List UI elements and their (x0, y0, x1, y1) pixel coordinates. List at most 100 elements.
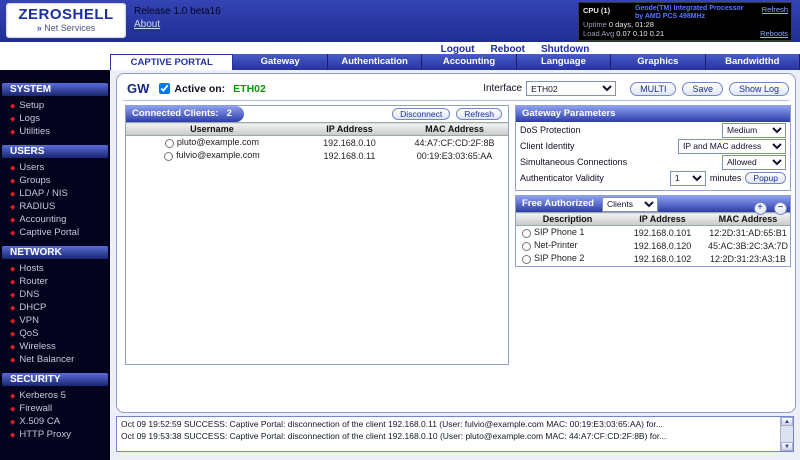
sidebar-item-label: Kerberos 5 (19, 390, 65, 401)
save-button[interactable]: Save (682, 82, 723, 96)
connected-clients-count: 2 (227, 106, 232, 122)
sidebar-item-groups[interactable]: ◆Groups (0, 174, 110, 187)
sidebar-item-dns[interactable]: ◆DNS (0, 288, 110, 301)
sidebar-item-label: VPN (19, 315, 39, 326)
col-mac-address: MAC Address (401, 123, 508, 136)
diamond-bullet-icon: ◆ (10, 128, 15, 136)
sidebar-section-security: SECURITY (2, 373, 108, 386)
sidebar-item-utilities[interactable]: ◆Utilities (0, 125, 110, 138)
sidebar-item-accounting[interactable]: ◆Accounting (0, 213, 110, 226)
reboots-link[interactable]: Reboots (760, 29, 788, 38)
remove-entry-button[interactable]: − (774, 202, 787, 215)
diamond-bullet-icon: ◆ (10, 229, 15, 237)
entry-select-radio[interactable] (522, 255, 531, 264)
active-on-label: Active on: (174, 83, 225, 95)
free-authorized-row[interactable]: Net-Printer 192.168.0.120 45:AC:3B:2C:3A… (516, 239, 790, 252)
disconnect-button[interactable]: Disconnect (392, 108, 450, 120)
interface-label: Interface (483, 83, 522, 94)
sidebar-item-captive-portal[interactable]: ◆Captive Portal (0, 226, 110, 239)
interface-select[interactable]: ETH02 (526, 81, 616, 96)
connected-clients-title: Connected Clients: (132, 106, 219, 122)
diamond-bullet-icon: ◆ (10, 190, 15, 198)
sidebar-item-ldap-nis[interactable]: ◆ LDAP / NIS (0, 187, 110, 200)
sidebar-item-vpn[interactable]: ◆ VPN (0, 314, 110, 327)
client-ip: 192.168.0.11 (298, 149, 401, 162)
scroll-down-icon[interactable]: ▼ (781, 442, 793, 451)
sidebar-item-label: Logs (19, 113, 40, 124)
free-authorized-row[interactable]: SIP Phone 2 192.168.0.102 12:2D:31:23:A3… (516, 252, 790, 265)
diamond-bullet-icon: ◆ (10, 203, 15, 211)
status-refresh-link[interactable]: Refresh (762, 5, 788, 14)
uptime-value: 0 days, 01:28 (609, 20, 654, 29)
sidebar-item-kerberos-5[interactable]: ◆Kerberos 5 (0, 389, 110, 402)
show-log-button[interactable]: Show Log (729, 82, 789, 96)
diamond-bullet-icon: ◆ (10, 317, 15, 325)
tab-authentication[interactable]: Authentication (328, 54, 422, 70)
uptime-row: Uptime 0 days, 01:28 (583, 20, 654, 29)
log-scrollbar[interactable]: ▲ ▼ (780, 417, 793, 451)
sidebar-item-users[interactable]: ◆Users (0, 161, 110, 174)
about-link[interactable]: About (134, 19, 160, 30)
multi-button[interactable]: MULTI (630, 82, 676, 96)
sidebar-item-label: Wireless (19, 341, 55, 352)
tab-captive-portal[interactable]: CAPTIVE PORTAL (110, 54, 233, 70)
system-status-box: CPU (1) Geode(TM) Integrated Processor b… (578, 2, 792, 41)
tab-graphics[interactable]: Graphics (611, 54, 705, 70)
diamond-bullet-icon: ◆ (10, 405, 15, 413)
entry-select-radio[interactable] (522, 242, 531, 251)
authenticator-validity-row: Authenticator Validity 1 minutes Popup (516, 170, 790, 186)
sidebar-item-qos[interactable]: ◆QoS (0, 327, 110, 340)
logo-subtitle-text: Net Services (44, 23, 95, 33)
sidebar-item-label: Groups (19, 175, 50, 186)
tab-gateway[interactable]: Gateway (233, 54, 327, 70)
sidebar-item-http-proxy[interactable]: ◆HTTP Proxy (0, 428, 110, 441)
active-on-checkbox[interactable] (159, 83, 170, 94)
client-username: fulvio@example.com (176, 150, 260, 160)
add-entry-button[interactable]: + (754, 202, 767, 215)
connected-client-row[interactable]: fulvio@example.com 192.168.0.11 00:19:E3… (126, 149, 508, 162)
free-authorized-title-bar: Free Authorized Clients (516, 196, 790, 212)
free-authorized-type-select[interactable]: Clients (602, 197, 658, 212)
scroll-up-icon[interactable]: ▲ (781, 417, 793, 426)
free-authorized-row[interactable]: SIP Phone 1 192.168.0.101 12:2D:31:AD:65… (516, 226, 790, 240)
diamond-bullet-icon: ◆ (10, 343, 15, 351)
authenticator-validity-label: Authenticator Validity (520, 173, 670, 183)
sidebar-item-firewall[interactable]: ◆Firewall (0, 402, 110, 415)
diamond-bullet-icon: ◆ (10, 102, 15, 110)
diamond-bullet-icon: ◆ (10, 356, 15, 364)
client-select-radio[interactable] (165, 139, 174, 148)
entry-mac: 12:2D:31:23:A3:1B (706, 252, 790, 265)
sidebar-section-network: NETWORK (2, 246, 108, 259)
diamond-bullet-icon: ◆ (10, 304, 15, 312)
sidebar-item-label: QoS (19, 328, 38, 339)
entry-mac: 12:2D:31:AD:65:B1 (706, 226, 790, 240)
tab-language[interactable]: Language (517, 54, 611, 70)
sidebar-item-radius[interactable]: ◆RADIUS (0, 200, 110, 213)
free-authorized-table: Description IP Address MAC Address SIP P… (516, 212, 790, 265)
tab-bandwidthd[interactable]: Bandwidthd (706, 54, 800, 70)
simultaneous-connections-select[interactable]: Allowed (722, 155, 786, 170)
entry-select-radio[interactable] (522, 229, 531, 238)
sidebar-item-label: Router (19, 276, 48, 287)
sidebar-item-wireless[interactable]: ◆ Wireless (0, 340, 110, 353)
client-select-radio[interactable] (164, 152, 173, 161)
sidebar-item-hosts[interactable]: ◆Hosts (0, 262, 110, 275)
sidebar-item-router[interactable]: ◆Router (0, 275, 110, 288)
sidebar-item-x509-ca[interactable]: ◆X.509 CA (0, 415, 110, 428)
dos-protection-select[interactable]: Medium (722, 123, 786, 138)
authenticator-validity-select[interactable]: 1 (670, 171, 706, 186)
connected-client-row[interactable]: pluto@example.com 192.168.0.10 44:A7:CF:… (126, 136, 508, 150)
client-identity-select[interactable]: IP and MAC address (678, 139, 786, 154)
refresh-button[interactable]: Refresh (456, 108, 502, 120)
popup-button[interactable]: Popup (745, 172, 786, 184)
release-label: Release 1.0 beta16 (134, 6, 221, 17)
sidebar-item-dhcp[interactable]: ◆DHCP (0, 301, 110, 314)
entry-ip: 192.168.0.120 (619, 239, 706, 252)
free-authorized-panel: Free Authorized Clients + − Description … (515, 195, 791, 267)
tab-accounting[interactable]: Accounting (422, 54, 516, 70)
sidebar-item-net-balancer[interactable]: ◆Net Balancer (0, 353, 110, 366)
sidebar-item-logs[interactable]: ◆Logs (0, 112, 110, 125)
captive-portal-container: GW Active on: ETH02 Interface ETH02 MULT… (116, 73, 796, 413)
sidebar-item-label: LDAP / NIS (19, 188, 67, 199)
sidebar-item-setup[interactable]: ◆Setup (0, 99, 110, 112)
